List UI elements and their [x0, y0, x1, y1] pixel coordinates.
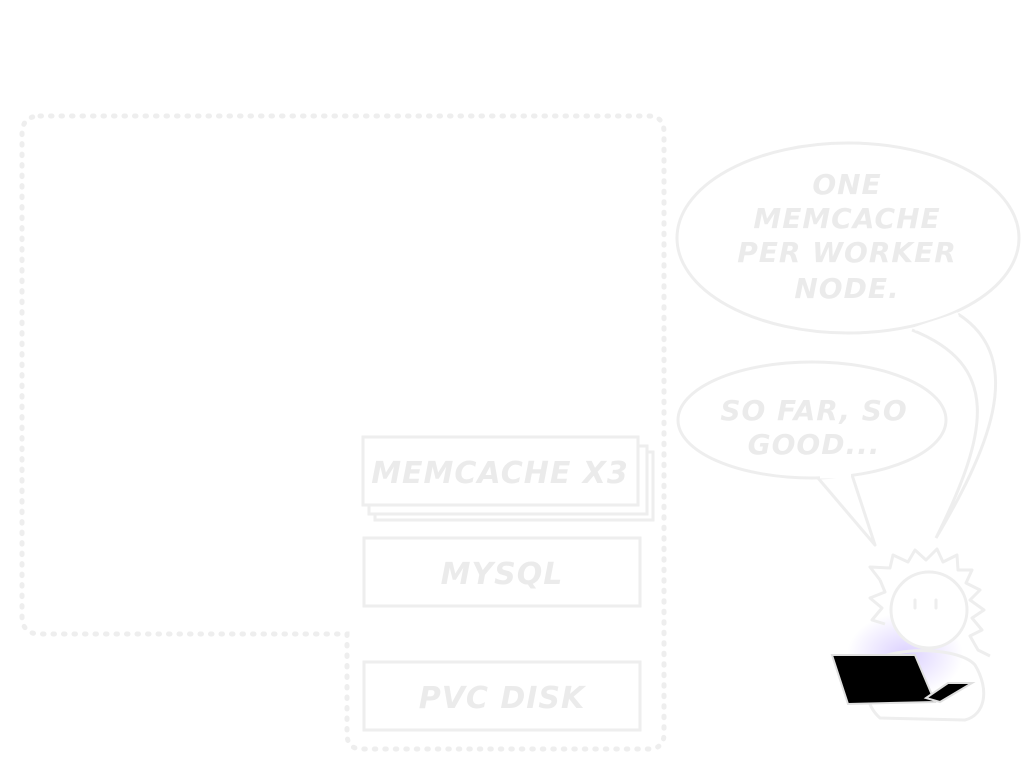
mysql-label: MYSQL [441, 557, 564, 592]
speech-bubble-top-line-4: NODE. [794, 272, 899, 305]
mysql-component: MYSQL [362, 536, 642, 608]
speech-bubble-bottom-line-2: GOOD... [748, 428, 881, 461]
pvc-disk-label: PVC DISK [419, 681, 587, 716]
character-with-laptop [830, 547, 991, 722]
speech-bubble-bottom-line-1: SO FAR, SO [720, 394, 907, 427]
speech-bubble-top-line-3: PER WORKER [737, 236, 957, 269]
speech-bubble-bottom-tail [816, 473, 877, 547]
speech-bubble-bottom: SO FAR, SO GOOD... [676, 360, 948, 547]
architecture-diagram: MEMCACHE X3 MYSQL PVC DISK ONE MEMCACHE … [19, 113, 1021, 752]
character-head [889, 570, 969, 650]
memcache-label: MEMCACHE X3 [371, 456, 629, 491]
memcache-stack: MEMCACHE X3 [361, 435, 655, 522]
pvc-disk-component: PVC DISK [362, 660, 642, 732]
cluster-boundary [19, 113, 667, 752]
speech-bubble-top-line-2: MEMCACHE [753, 202, 940, 235]
speech-bubble-top-line-1: ONE [812, 168, 881, 201]
